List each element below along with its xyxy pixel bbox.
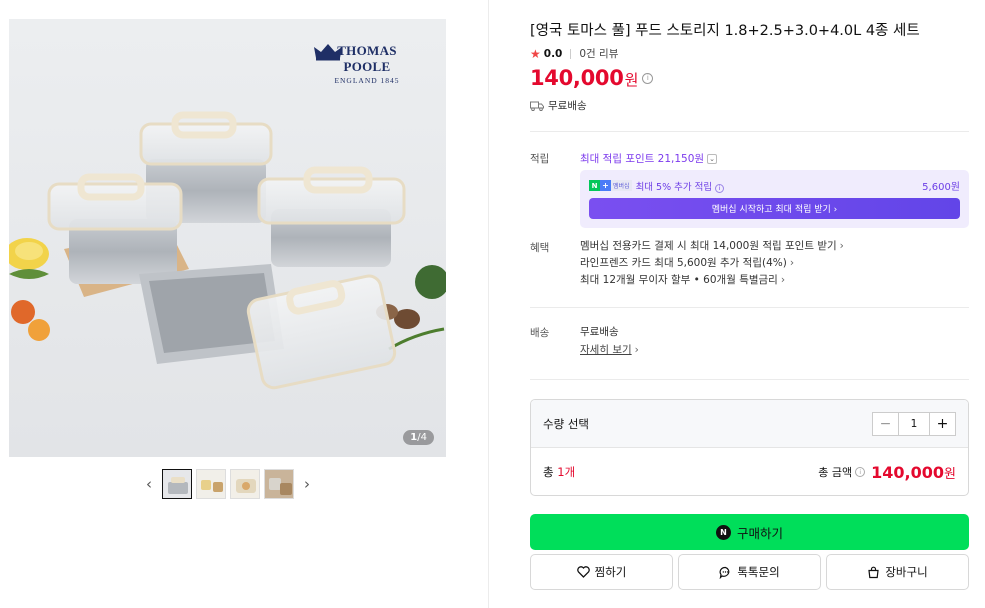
points-headline[interactable]: 최대 적립 포인트 21,150원 ⌄ [580,151,718,166]
review-count[interactable]: 0건 리뷰 [579,46,618,61]
wishlist-label: 찜하기 [594,565,627,579]
thumbnail-1[interactable] [162,469,192,499]
minus-icon[interactable]: − [873,412,899,435]
total-amount-label: 총 금액 i [818,464,866,480]
quantity-select-row: 수량 선택 − 1 + [531,400,968,448]
points-label: 적립 [530,153,550,165]
promo-text-label: 최대 5% 추가 적립 [635,181,713,193]
shipping-info: 무료배송 자세히 보기 › [580,323,639,359]
total-count-value: 1개 [557,465,576,479]
shipping-value: 무료배송 [580,326,619,338]
points-headline-text: 최대 적립 포인트 21,150원 [580,153,705,165]
chat-bubble-icon [719,566,730,579]
plus-icon[interactable]: + [929,412,955,435]
membership-promo: N + 멤버십 최대 5% 추가 적립 i 5,600원 멤버십 시작하고 최대… [580,170,969,228]
crown-icon [314,44,342,61]
promo-amount: 5,600원 [922,182,960,193]
thumbnail-2[interactable] [196,469,226,499]
column-divider [488,0,489,608]
benefit-item[interactable]: 멤버십 전용카드 결제 시 최대 14,000원 적립 포인트 받기 › [580,238,844,255]
rating-score: 0.0 [543,47,563,60]
promo-info-row: N + 멤버십 최대 5% 추가 적립 i 5,600원 [589,178,960,193]
shipping-label: 배송 [530,327,550,339]
shopping-bag-icon [868,566,880,578]
info-icon[interactable]: i [715,183,725,193]
shipping-summary: 무료배송 [530,98,587,113]
benefit-item[interactable]: 라인프렌즈 카드 최대 5,600원 추가 적립(4%) › [580,255,844,272]
naver-n-icon: N [589,180,600,191]
heart-icon [576,566,590,578]
thumbnail-strip: ‹ › [140,468,316,500]
talk-inquiry-label: 톡톡문의 [737,565,780,579]
info-icon[interactable]: i [642,72,654,84]
wishlist-button[interactable]: 찜하기 [530,554,673,590]
image-counter: 1/4 [403,430,434,445]
chevron-right-icon: › [839,240,844,252]
plus-icon: + [600,180,611,191]
total-price: 140,000원 [871,463,956,482]
product-main-image[interactable]: THOMAS POOLE ENGLAND 1845 1/4 [9,19,446,457]
promo-text: 최대 5% 추가 적립 i [636,179,923,193]
total-count-prefix: 총 [543,465,558,479]
divider [530,379,969,380]
image-counter-total: /4 [417,432,427,443]
price-value: 140,000 [530,66,624,90]
divider [530,131,969,132]
chevron-right-icon: › [634,344,639,356]
buy-button-label: 구매하기 [736,525,783,541]
star-icon: ★ [530,46,541,61]
chevron-right-icon[interactable]: › [298,469,316,499]
divider [530,307,969,308]
naver-pay-icon: N [715,524,731,540]
chevron-right-icon: › [789,257,795,269]
price-currency: 원 [624,71,639,89]
info-icon[interactable]: i [855,467,866,477]
benefits-label: 혜택 [530,242,550,254]
product-title: [영국 토마스 풀] 푸드 스토리지 1.8+2.5+3.0+4.0L 4종 세… [530,23,920,39]
shipping-detail-row[interactable]: 자세히 보기 › [580,341,639,359]
benefit-item[interactable]: 최대 12개월 무이자 할부 • 60개월 특별금리 › [580,272,844,289]
benefit-text: 라인프렌즈 카드 최대 5,600원 추가 적립(4%) [580,257,787,269]
thumbnail-3[interactable] [230,469,260,499]
buy-button[interactable]: N 구매하기 [530,514,969,550]
cart-button[interactable]: 장바구니 [826,554,969,590]
brand-logo: THOMAS POOLE ENGLAND 1845 [313,43,421,85]
benefit-text: 최대 12개월 무이자 할부 • 60개월 특별금리 [580,274,778,286]
price-row: 140,000 원 i [530,66,654,90]
rating-separator [570,48,572,59]
total-label-text: 총 금액 [818,466,853,479]
brand-subtitle: ENGLAND 1845 [334,76,400,85]
quantity-box: 수량 선택 − 1 + 총 1개 총 금액 i 140,000원 [530,399,969,496]
quantity-label: 수량 선택 [543,416,589,431]
quantity-value[interactable]: 1 [899,413,929,435]
total-count: 총 1개 [543,464,818,480]
total-price-currency: 원 [944,466,956,482]
secondary-actions: 찜하기 톡톡문의 장바구니 [530,554,969,590]
shipping-detail-link[interactable]: 자세히 보기 [580,344,632,356]
shipping-summary-text: 무료배송 [548,100,587,112]
total-price-value: 140,000 [871,462,945,482]
membership-start-button[interactable]: 멤버십 시작하고 최대 적립 받기 › [589,198,960,219]
membership-badge: 멤버십 [611,180,632,191]
quantity-stepper[interactable]: − 1 + [872,411,956,436]
chevron-down-icon[interactable]: ⌄ [707,153,718,164]
chevron-right-icon: › [780,274,786,286]
chevron-left-icon[interactable]: ‹ [140,469,158,499]
benefits-list: 멤버십 전용카드 결제 시 최대 14,000원 적립 포인트 받기 › 라인프렌… [580,238,844,289]
benefit-text: 멤버십 전용카드 결제 시 최대 14,000원 적립 포인트 받기 [580,240,837,252]
talk-inquiry-button[interactable]: 톡톡문의 [678,554,821,590]
total-row: 총 1개 총 금액 i 140,000원 [531,448,968,495]
rating-row[interactable]: ★ 0.0 0건 리뷰 [530,46,618,61]
cart-label: 장바구니 [885,565,928,579]
truck-icon [530,101,544,111]
thumbnail-4[interactable] [264,469,294,499]
